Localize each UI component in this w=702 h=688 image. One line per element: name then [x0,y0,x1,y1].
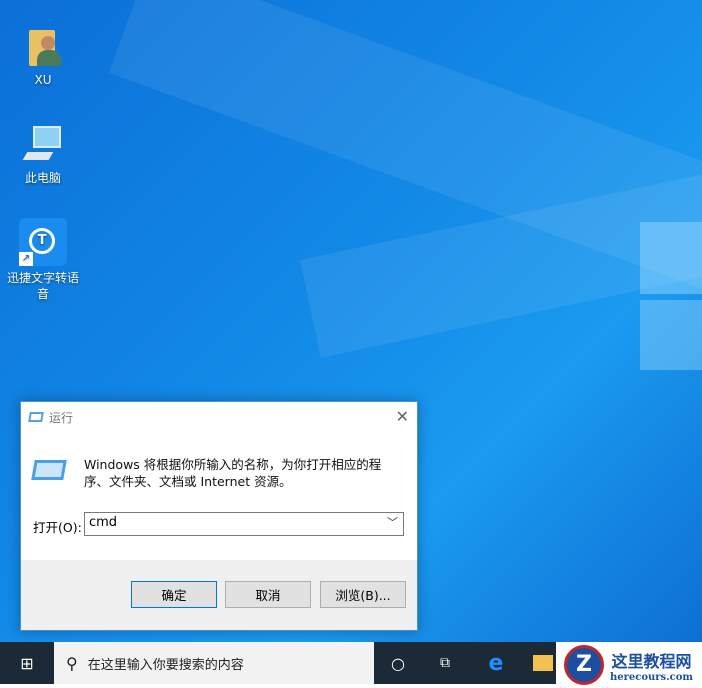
start-button[interactable]: ⊞ [0,642,54,684]
run-program-icon [31,460,67,480]
icon-label: XU [34,73,52,87]
circle-icon: ○ [391,653,405,673]
edge-button[interactable]: e [476,642,516,684]
watermark-title: 这里教程网 [611,651,692,671]
close-button[interactable]: ✕ [396,407,409,426]
cancel-button[interactable]: 取消 [225,581,311,608]
folder-icon [533,655,553,671]
cortana-button[interactable]: ○ [378,642,418,684]
icon-label: 此电脑 [24,171,61,185]
open-label: 打开(O): [33,520,82,535]
watermark: Z 这里教程网 herecours.com [556,642,702,688]
dialog-message: Windows 将根据你所输入的名称，为你打开相应的程序、文件夹、文档或 Int… [84,457,382,489]
dialog-footer: 确定 取消 浏览(B)... [21,560,417,630]
edge-icon: e [488,650,504,676]
watermark-url: herecours.com [610,671,694,683]
run-icon [28,412,44,422]
windows-logo-pane [640,300,702,370]
search-placeholder: 在这里输入你要搜索的内容 [87,657,244,673]
explorer-button[interactable] [528,642,558,684]
desktop-icon-xu[interactable]: XU [5,24,81,88]
title-bar: 运行 [21,402,417,432]
input-value: cmd [89,515,118,530]
run-dialog: 运行 ✕ Windows 将根据你所输入的名称，为你打开相应的程序、文件夹、文档… [20,401,418,631]
windows-logo-pane [640,222,702,294]
app-shortcut-icon: T ↗ [19,218,67,266]
desktop-icon-this-pc[interactable]: 此电脑 [5,122,81,186]
watermark-logo-icon: Z [564,645,604,685]
search-icon: ⚲ [66,653,78,673]
task-view-icon: ⧉ [440,655,450,671]
taskbar: ⊞ ⚲ 在这里输入你要搜索的内容 ○ ⧉ e Z 这里教程网 herecours… [0,642,702,688]
chevron-down-icon[interactable]: ﹀ [387,514,398,530]
dialog-title: 运行 [49,410,74,425]
task-view-button[interactable]: ⧉ [425,642,465,684]
icon-label: 迅捷文字转语音 [6,271,79,301]
browse-button[interactable]: 浏览(B)... [320,581,406,608]
ok-button[interactable]: 确定 [131,581,217,608]
search-box[interactable]: ⚲ 在这里输入你要搜索的内容 [54,642,374,684]
user-folder-icon [21,24,65,68]
desktop-icon-xunjie[interactable]: T ↗ 迅捷文字转语音 [5,218,81,302]
open-input[interactable]: cmd ﹀ [84,512,404,536]
computer-icon [21,122,65,166]
windows-icon: ⊞ [20,653,34,673]
